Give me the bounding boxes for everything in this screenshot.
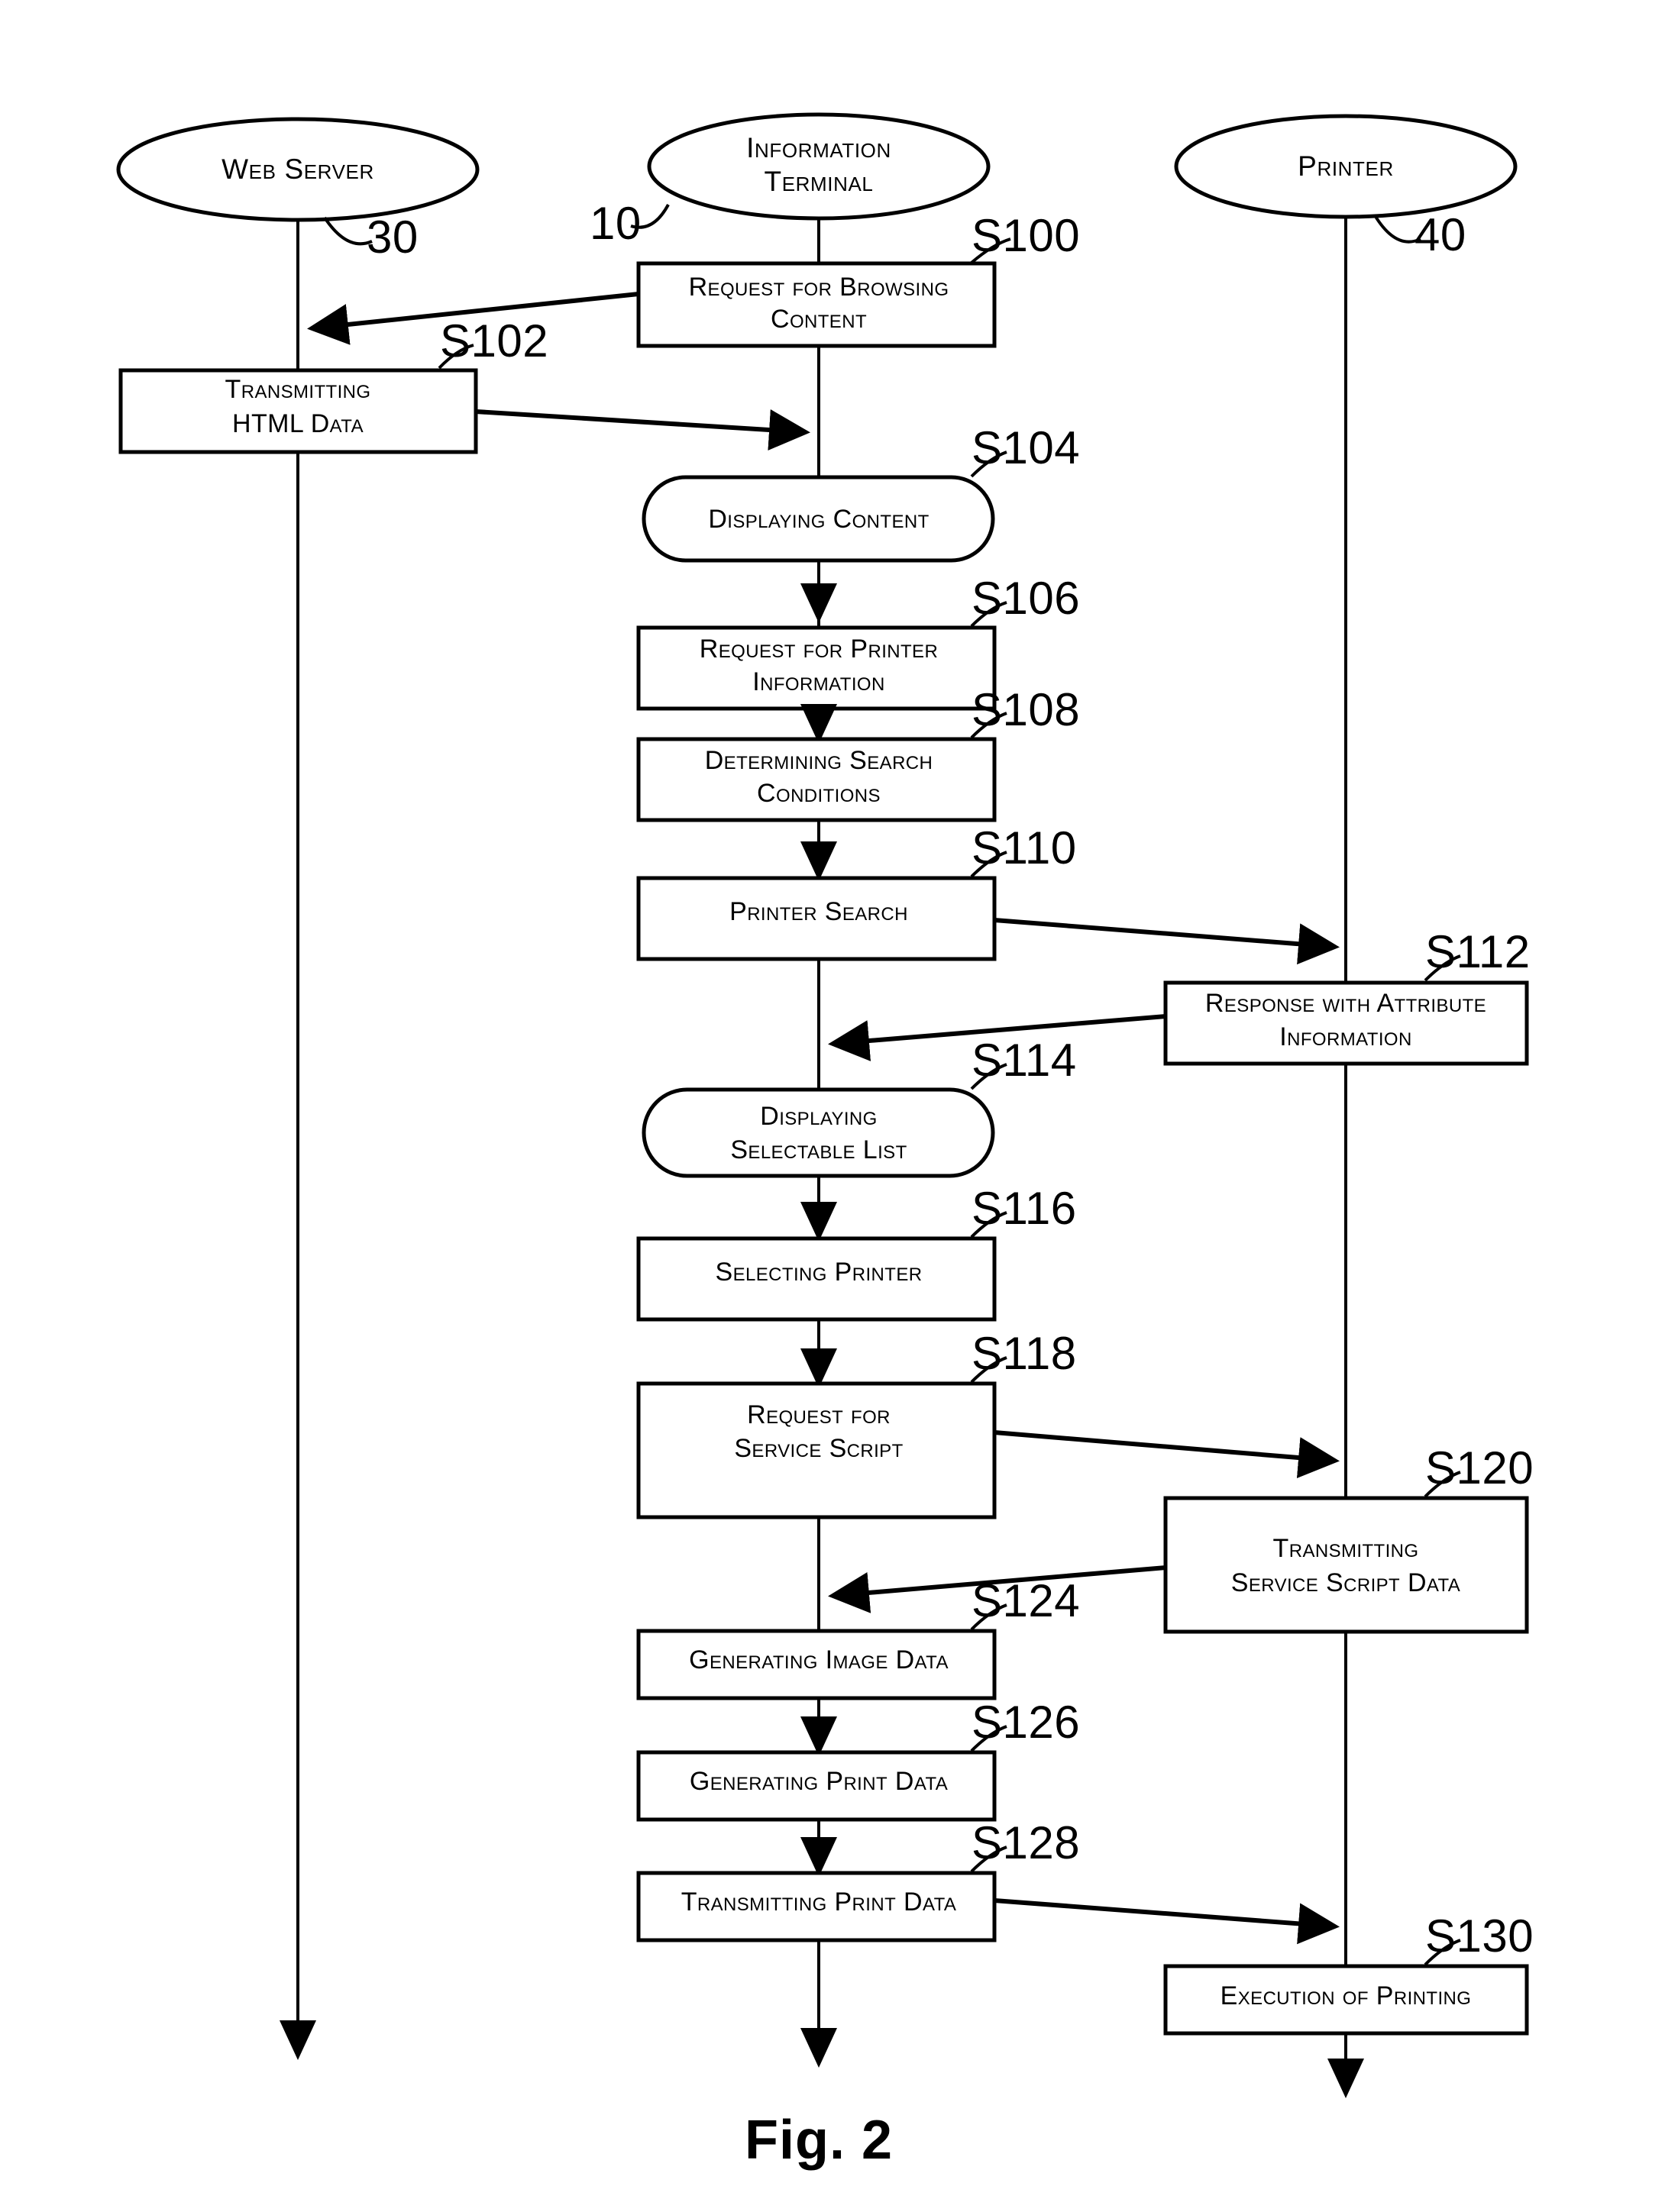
step-label-S114-line1: Displaying [760, 1102, 878, 1131]
step-ref-S130: S130 [1425, 1910, 1534, 1962]
step-ref-S106: S106 [972, 573, 1080, 624]
message-S110-to-printer [994, 918, 1340, 965]
step-label-S118-line2: Service Script [734, 1434, 903, 1463]
step-label-S118-line1: Request for [747, 1400, 891, 1429]
lane-ref-web-server: 30 [367, 212, 419, 263]
step-ref-S128: S128 [972, 1817, 1080, 1868]
step-ref-S100: S100 [972, 210, 1080, 261]
step-box-S120[interactable] [1163, 1496, 1529, 1634]
step-label-S130-line1: Execution of Printing [1221, 1981, 1472, 2010]
step-label-S120-line1: Transmitting [1273, 1534, 1419, 1563]
figure-page: Web Server Information Terminal Printer … [0, 0, 1678, 2212]
step-label-S106-line2: Information [752, 667, 884, 696]
step-ref-S110: S110 [972, 822, 1077, 873]
step-label-S128-line1: Transmitting Print Data [681, 1887, 957, 1917]
step-label-S112-line2: Information [1279, 1022, 1411, 1051]
step-ref-S114: S114 [972, 1035, 1077, 1086]
lane-ref-information-terminal: 10 [590, 198, 642, 249]
step-ref-S102: S102 [440, 315, 548, 367]
step-ref-S116: S116 [972, 1183, 1077, 1234]
flowchart-svg: Web Server Information Terminal Printer … [116, 112, 1534, 2171]
message-S118-to-printer [994, 1430, 1340, 1478]
message-S128-to-printer [994, 1898, 1340, 1945]
step-label-S108-line2: Conditions [757, 779, 881, 808]
step-label-S104-line1: Displaying Content [708, 505, 929, 534]
lane-label-information-terminal-line1: Information [746, 132, 891, 163]
step-label-S120-line2: Service Script Data [1231, 1568, 1460, 1597]
lane-ref-printer: 40 [1414, 209, 1466, 260]
step-label-S126-line1: Generating Print Data [690, 1767, 948, 1796]
step-label-S102-line1: Transmitting [225, 375, 371, 404]
step-ref-S118: S118 [972, 1328, 1077, 1379]
step-ref-S120: S120 [1425, 1442, 1534, 1494]
lane-label-information-terminal-line2: Terminal [765, 166, 874, 197]
step-label-S100-line2: Content [771, 305, 867, 334]
step-label-S124-line1: Generating Image Data [689, 1645, 949, 1674]
step-label-S114-line2: Selectable List [730, 1135, 907, 1164]
step-label-S110-line1: Printer Search [729, 897, 908, 926]
lane-label-printer: Printer [1298, 150, 1394, 182]
step-label-S100-line1: Request for Browsing [689, 273, 949, 302]
leader-ref-40 [1373, 214, 1421, 244]
step-ref-S124: S124 [972, 1575, 1080, 1626]
step-label-S116-line1: Selecting Printer [716, 1258, 923, 1287]
step-ref-S108: S108 [972, 684, 1080, 735]
step-ref-S104: S104 [972, 422, 1080, 473]
lane-label-web-server: Web Server [221, 153, 374, 185]
leader-ref-30 [323, 216, 373, 246]
step-label-S112-line1: Response with Attribute [1205, 989, 1486, 1018]
step-label-S102-line2: HTML Data [232, 409, 364, 438]
step-ref-S126: S126 [972, 1697, 1080, 1748]
figure-caption: Fig. 2 [745, 2110, 893, 2171]
message-S102-to-information-terminal [475, 409, 810, 450]
step-ref-S112: S112 [1425, 926, 1531, 977]
step-label-S108-line1: Determining Search [705, 746, 933, 775]
step-label-S106-line1: Request for Printer [700, 635, 938, 664]
